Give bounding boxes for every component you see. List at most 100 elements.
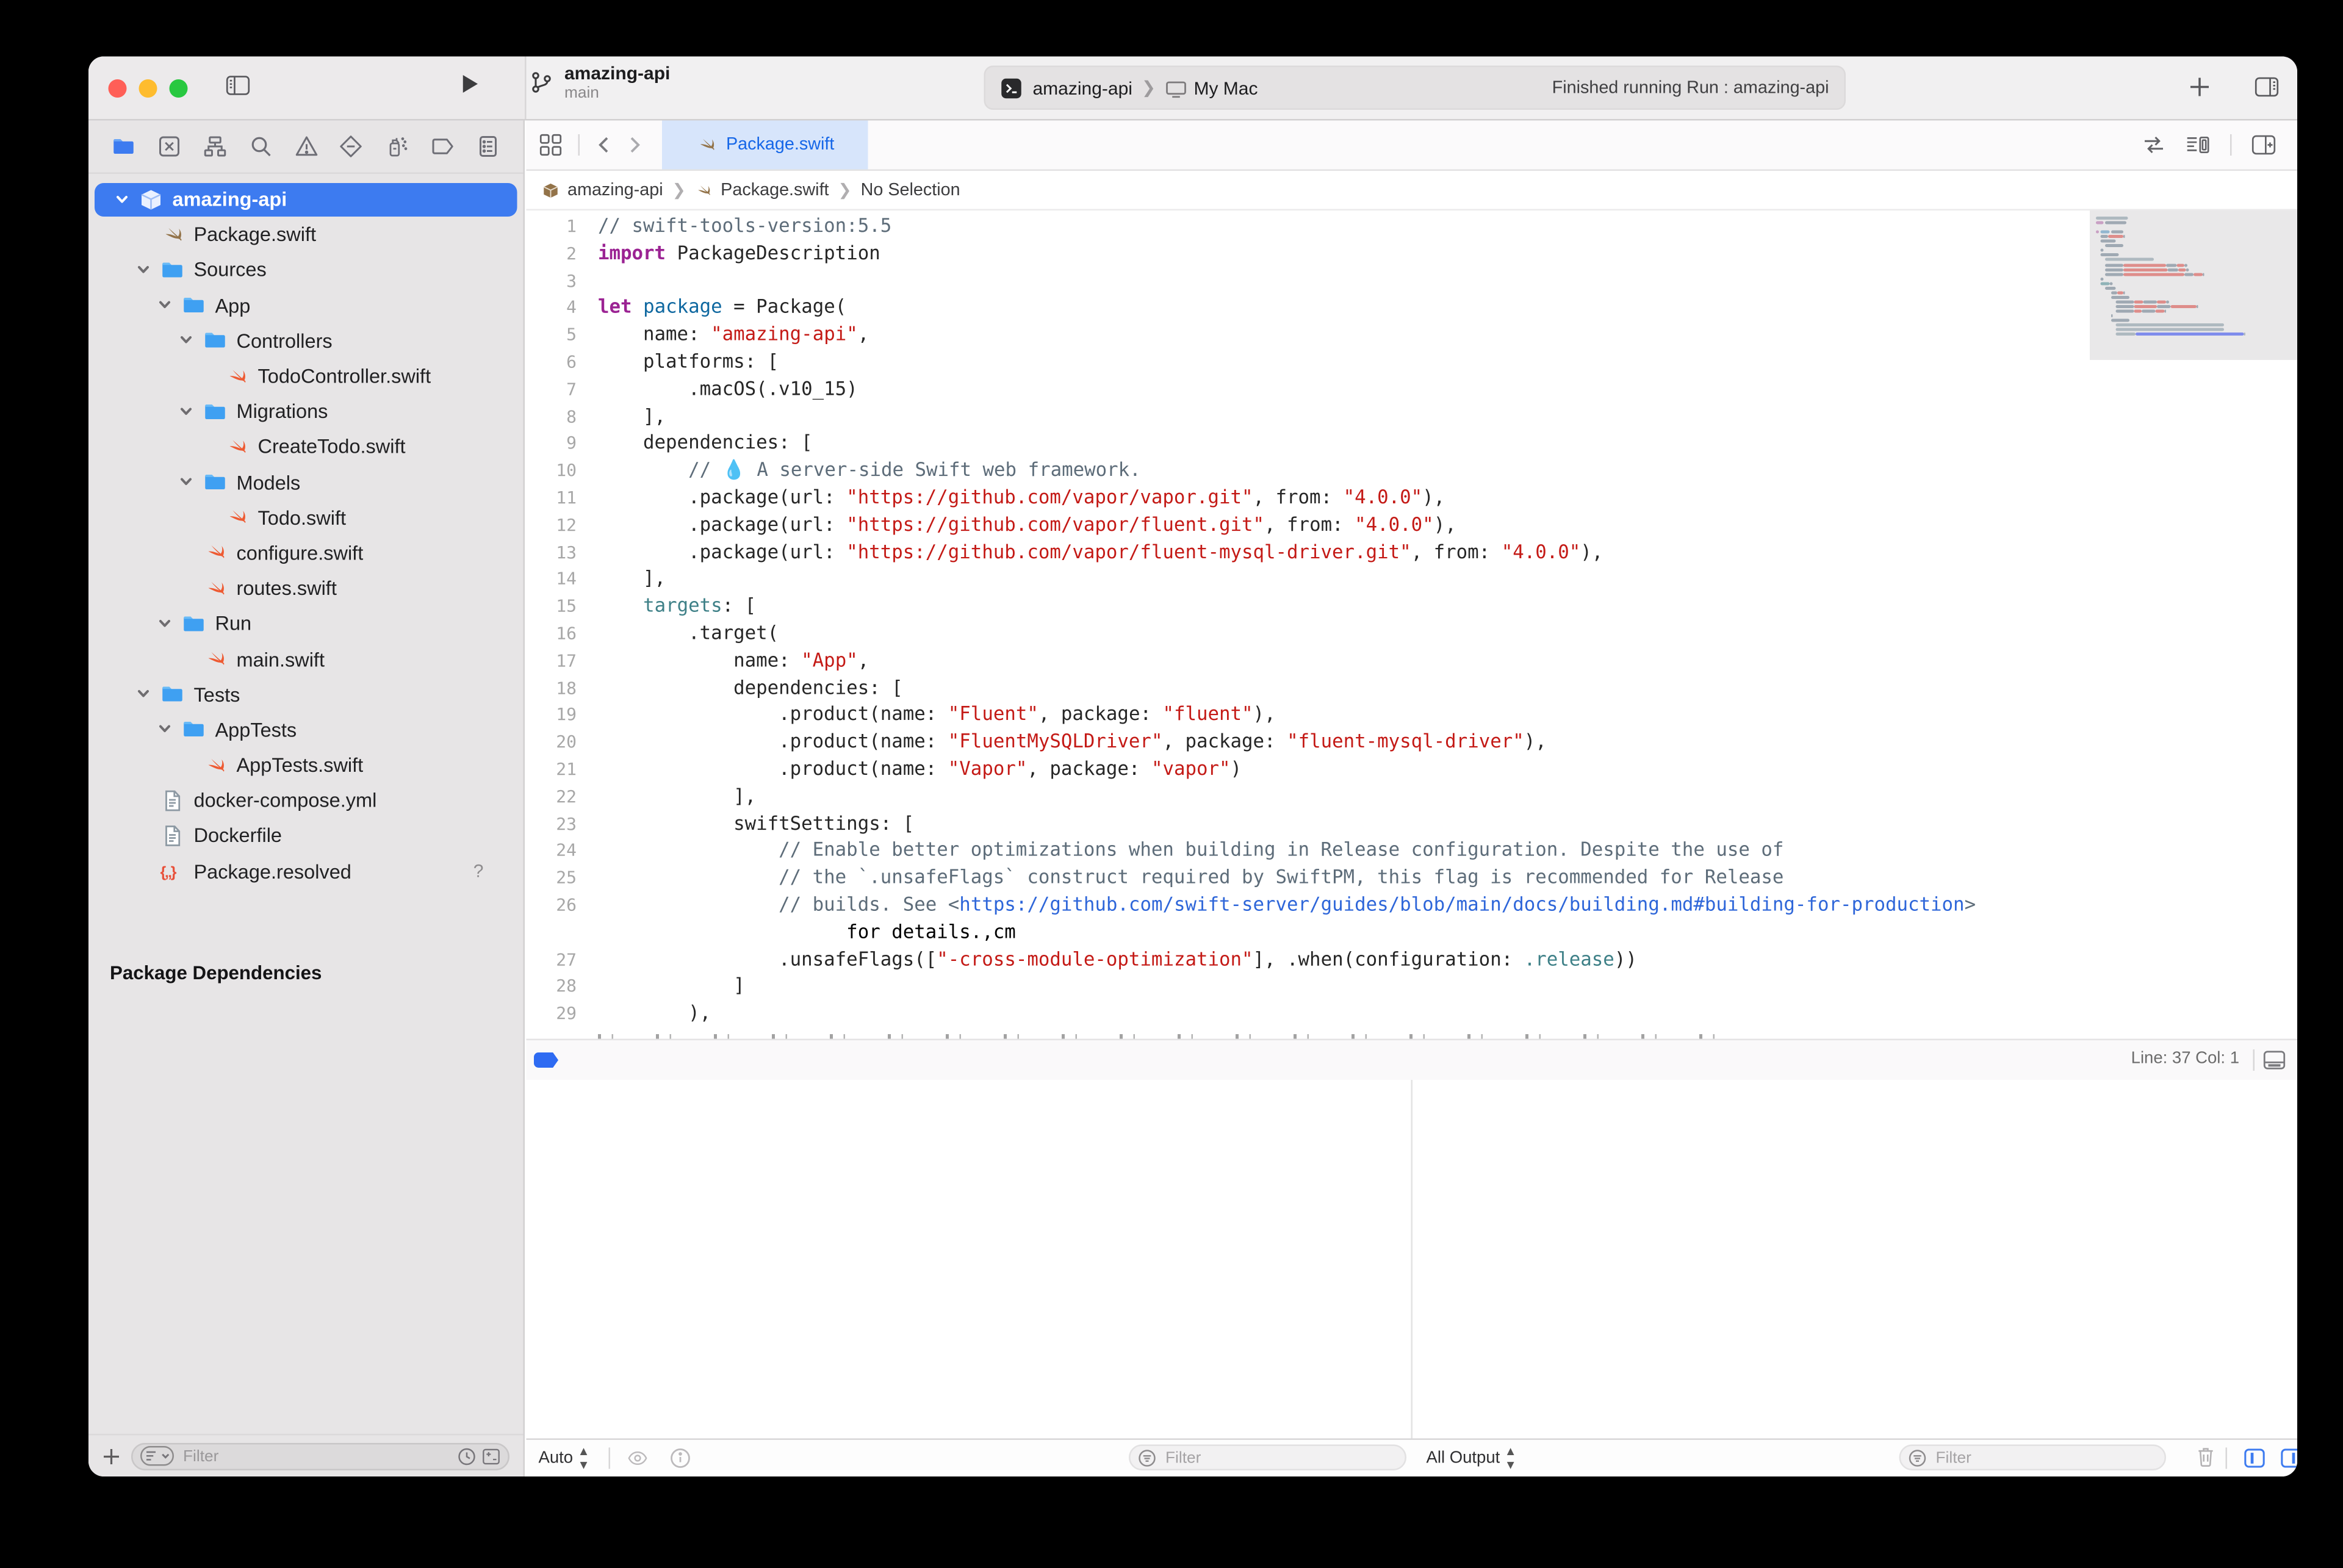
tree-item-createtodo-swift[interactable]: CreateTodo.swift — [88, 429, 524, 464]
tree-item-amazing-api[interactable]: amazing-api — [88, 182, 524, 217]
code-line[interactable]: 29 ), — [527, 1001, 1976, 1027]
code-line[interactable]: 7 .macOS(.v10_15) — [527, 376, 1976, 403]
inspector-toggle-icon[interactable] — [2255, 75, 2279, 99]
code-line[interactable]: 3 — [527, 268, 1976, 295]
line-number-gutter[interactable]: 28 — [527, 974, 577, 1001]
disclosure-chevron-icon[interactable] — [157, 616, 173, 631]
disclosure-chevron-icon[interactable] — [136, 262, 151, 278]
go-forward-icon[interactable] — [625, 136, 644, 154]
line-number-gutter[interactable]: 13 — [527, 539, 577, 566]
search-navigator-tab[interactable] — [247, 133, 274, 160]
line-number-gutter[interactable]: 22 — [527, 783, 577, 810]
code-line[interactable]: 12 .package(url: "https://github.com/vap… — [527, 512, 1976, 539]
line-col-indicator[interactable]: Line: 37 Col: 1 — [2131, 1049, 2239, 1068]
line-number-gutter[interactable]: 3 — [527, 268, 577, 295]
tree-item-package-resolved[interactable]: {„}Package.resolved? — [88, 854, 524, 889]
line-number-gutter[interactable]: 24 — [527, 838, 577, 865]
code-line[interactable]: 27 .unsafeFlags(["-cross-module-optimiza… — [527, 946, 1976, 973]
code-line[interactable]: 24 // Enable better optimizations when b… — [527, 838, 1976, 865]
tree-item-migrations[interactable]: Migrations — [88, 394, 524, 429]
code-line[interactable]: 4let package = Package( — [527, 295, 1976, 322]
code-line[interactable]: 19 .product(name: "Fluent", package: "fl… — [527, 702, 1976, 729]
sidebar-filter-field[interactable] — [131, 1442, 509, 1470]
tree-item-apptests-swift[interactable]: AppTests.swift — [88, 747, 524, 783]
tree-item-controllers[interactable]: Controllers — [88, 323, 524, 358]
code-line[interactable]: 20 .product(name: "FluentMySQLDriver", p… — [527, 729, 1976, 756]
scheme-selector[interactable]: amazing-api — [1033, 77, 1132, 98]
code-line[interactable]: 16 .target( — [527, 620, 1976, 647]
sidebar-toggle-icon[interactable] — [226, 73, 250, 98]
line-number-gutter[interactable]: 26 — [527, 892, 577, 919]
recent-files-clock-icon[interactable] — [458, 1447, 476, 1465]
console-scope-popup[interactable]: All Output▲▼ — [1427, 1440, 1516, 1476]
hide-console-view-icon[interactable] — [2281, 1448, 2298, 1469]
tree-item-todocontroller-swift[interactable]: TodoController.swift — [88, 358, 524, 394]
test-navigator-tab[interactable] — [337, 133, 365, 160]
code-line[interactable]: for details.,cm — [527, 919, 1976, 946]
close-button[interactable] — [109, 79, 127, 98]
code-review-icon[interactable] — [2142, 133, 2166, 157]
code-line[interactable]: 13 .package(url: "https://github.com/vap… — [527, 539, 1976, 566]
run-play-icon[interactable] — [458, 72, 482, 96]
code-line[interactable]: 14 ], — [527, 566, 1976, 593]
line-number-gutter[interactable]: 11 — [527, 485, 577, 512]
sidebar-filter-input[interactable] — [180, 1445, 452, 1467]
line-number-gutter[interactable]: 4 — [527, 295, 577, 322]
tree-item-configure-swift[interactable]: configure.swift — [88, 535, 524, 570]
breadcrumb-project[interactable]: amazing-api — [542, 181, 663, 199]
tree-item-package-swift[interactable]: Package.swift — [88, 217, 524, 252]
code-line[interactable]: 15 targets: [ — [527, 594, 1976, 620]
project-navigator-tab[interactable] — [110, 133, 137, 160]
minimize-button[interactable] — [139, 79, 157, 98]
line-number-gutter[interactable]: 1 — [527, 214, 577, 240]
line-number-gutter[interactable]: 15 — [527, 594, 577, 620]
line-number-gutter[interactable]: 29 — [527, 1001, 577, 1027]
code-line[interactable]: 9 dependencies: [ — [527, 431, 1976, 458]
tree-item-apptests[interactable]: AppTests — [88, 712, 524, 747]
filter-options-icon[interactable] — [140, 1446, 174, 1466]
debug-area-divider[interactable] — [1411, 1080, 1413, 1440]
line-number-gutter[interactable]: 17 — [527, 648, 577, 675]
plus-icon[interactable] — [2187, 75, 2212, 99]
run-destination[interactable]: My Mac — [1193, 77, 1258, 98]
tree-item-main-swift[interactable]: main.swift — [88, 641, 524, 677]
disclosure-chevron-icon[interactable] — [179, 475, 194, 490]
tree-item-run[interactable]: Run — [88, 606, 524, 641]
tree-item-models[interactable]: Models — [88, 464, 524, 500]
code-line[interactable]: 5 name: "amazing-api", — [527, 322, 1976, 349]
line-number-gutter[interactable]: 21 — [527, 757, 577, 783]
zoom-button[interactable] — [170, 79, 188, 98]
disclosure-chevron-icon[interactable] — [157, 298, 173, 313]
tree-item-sources[interactable]: Sources — [88, 252, 524, 287]
breadcrumb-file[interactable]: Package.swift — [695, 181, 829, 199]
tree-item-tests[interactable]: Tests — [88, 677, 524, 712]
line-number-gutter[interactable]: 16 — [527, 620, 577, 647]
breakpoint-navigator-tab[interactable] — [429, 133, 456, 160]
code-line[interactable]: 8 ], — [527, 403, 1976, 430]
line-number-gutter[interactable]: 10 — [527, 458, 577, 484]
line-number-gutter[interactable]: 12 — [527, 512, 577, 539]
debug-navigator-tab[interactable] — [383, 133, 411, 160]
editor-options-icon[interactable] — [2186, 133, 2211, 157]
line-number-gutter[interactable]: 25 — [527, 865, 577, 892]
line-number-gutter[interactable]: 7 — [527, 376, 577, 403]
line-number-gutter[interactable]: 14 — [527, 566, 577, 593]
line-number-gutter[interactable]: 5 — [527, 322, 577, 349]
line-number-gutter[interactable]: 20 — [527, 729, 577, 756]
eye-icon[interactable] — [627, 1448, 649, 1469]
tree-item-docker-compose-yml[interactable]: docker-compose.yml — [88, 783, 524, 818]
variables-filter-input[interactable] — [1162, 1447, 1397, 1468]
code-line[interactable]: 2import PackageDescription — [527, 240, 1976, 267]
disclosure-chevron-icon[interactable] — [136, 687, 151, 702]
line-number-gutter[interactable] — [527, 919, 577, 946]
report-navigator-tab[interactable] — [475, 133, 502, 160]
variables-filter-field[interactable] — [1129, 1445, 1406, 1471]
issue-navigator-tab[interactable] — [292, 133, 320, 160]
disclosure-chevron-icon[interactable] — [115, 192, 130, 207]
breakpoint-indicator-icon[interactable] — [534, 1052, 558, 1068]
trash-icon[interactable] — [2195, 1446, 2217, 1467]
symbol-navigator-tab[interactable] — [201, 133, 228, 160]
source-control-status-filter-icon[interactable] — [482, 1447, 500, 1465]
hide-variables-view-icon[interactable] — [2244, 1448, 2266, 1469]
code-line[interactable]: 26 // builds. See <https://github.com/sw… — [527, 892, 1976, 919]
